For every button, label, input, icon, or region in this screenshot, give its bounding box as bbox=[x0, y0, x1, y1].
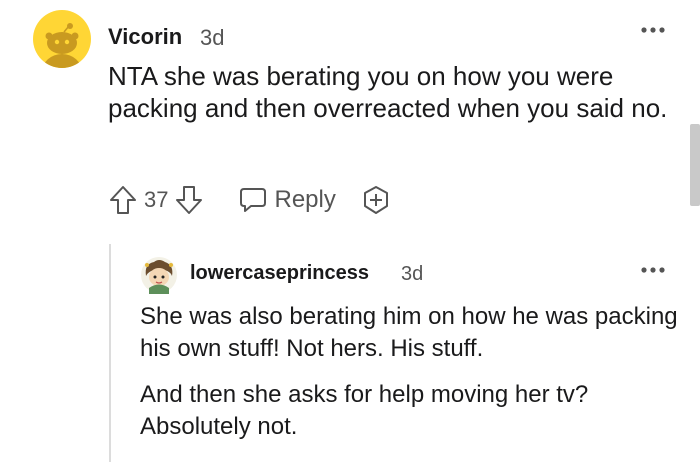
reply-avatar[interactable] bbox=[140, 256, 178, 294]
comment-timestamp[interactable]: 3d bbox=[200, 24, 224, 52]
avatar[interactable] bbox=[33, 10, 91, 68]
upvote-icon[interactable] bbox=[108, 184, 138, 216]
scrollbar[interactable] bbox=[690, 124, 700, 206]
reply-paragraph: And then she asks for help moving her tv… bbox=[140, 381, 589, 440]
comment-thread: Vicorin 3d NTA she was berating you on h… bbox=[0, 0, 700, 462]
comment-body: NTA she was berating you on how you were… bbox=[108, 61, 668, 123]
thread-line[interactable] bbox=[109, 244, 111, 462]
vote-count: 37 bbox=[144, 187, 169, 212]
reply-paragraph: She was also berating him on how he was … bbox=[140, 303, 678, 362]
reply-author[interactable]: lowercaseprincess bbox=[190, 260, 369, 286]
reply-timestamp[interactable]: 3d bbox=[401, 261, 423, 287]
reply-body: She was also berating him on how he was … bbox=[140, 301, 680, 457]
award-icon[interactable] bbox=[360, 184, 392, 216]
comment-author[interactable]: Vicorin bbox=[108, 23, 182, 51]
reply-icon bbox=[238, 186, 268, 214]
reply-label: Reply bbox=[274, 186, 336, 213]
reply-button[interactable]: Reply bbox=[238, 186, 336, 214]
more-options-icon[interactable] bbox=[638, 258, 668, 282]
more-options-icon[interactable] bbox=[638, 18, 668, 42]
comment-actions: 37 Reply bbox=[108, 182, 392, 218]
downvote-icon[interactable] bbox=[174, 184, 204, 216]
